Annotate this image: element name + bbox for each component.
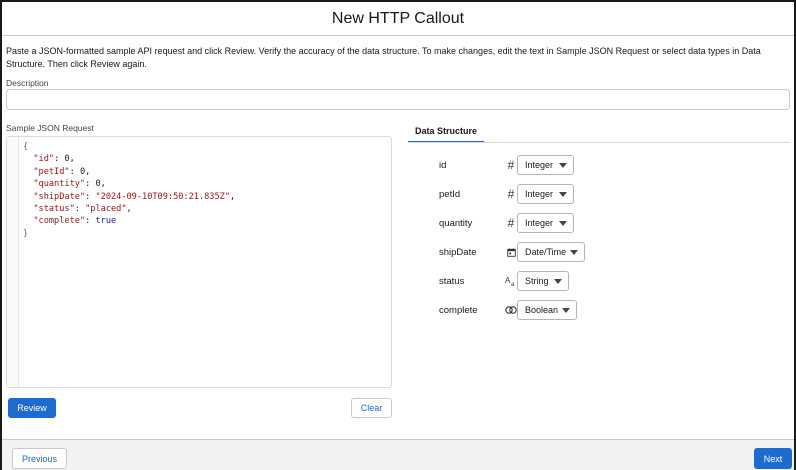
- type-select-value: Date/Time: [525, 247, 567, 257]
- type-select-value: String: [525, 276, 549, 286]
- json-line: "id": 0,: [23, 153, 235, 165]
- type-select-status[interactable]: String: [517, 271, 569, 291]
- type-select-petId[interactable]: Integer: [517, 184, 574, 204]
- json-colon: :: [85, 191, 96, 202]
- json-key: "petId": [33, 166, 70, 177]
- field-name: petId: [439, 189, 461, 200]
- json-colon: :: [69, 166, 80, 177]
- caret-down-icon: [570, 250, 578, 255]
- field-row-shipDate: shipDate Date/Time: [439, 242, 639, 264]
- previous-button[interactable]: Previous: [12, 448, 67, 469]
- sample-json-label: Sample JSON Request: [6, 123, 94, 133]
- json-open-brace: {: [23, 142, 29, 152]
- json-comma: ,: [126, 204, 132, 215]
- json-line: "quantity": 0,: [23, 178, 235, 190]
- next-button[interactable]: Next: [754, 448, 792, 469]
- instructions-text: Paste a JSON-formatted sample API reques…: [6, 46, 761, 69]
- json-colon: :: [74, 204, 86, 215]
- callout-modal: New HTTP Callout Paste a JSON-formatted …: [0, 0, 796, 470]
- number-icon: #: [507, 216, 515, 230]
- boolean-icon: [505, 303, 517, 317]
- json-value: true: [95, 216, 117, 227]
- review-button[interactable]: Review: [8, 398, 56, 418]
- json-key: "id": [33, 154, 55, 165]
- json-close-brace: }: [23, 228, 29, 239]
- svg-text:a: a: [511, 282, 515, 287]
- type-select-value: Integer: [525, 160, 554, 170]
- field-name: id: [439, 160, 447, 171]
- json-colon: :: [85, 216, 96, 227]
- json-comma: ,: [85, 166, 91, 177]
- description-input[interactable]: [6, 89, 790, 110]
- field-name: status: [439, 276, 465, 287]
- modal-title: New HTTP Callout: [331, 9, 465, 27]
- json-key: "quantity": [33, 179, 86, 190]
- editor-gutter: [7, 137, 19, 387]
- json-colon: :: [54, 154, 65, 165]
- number-icon: #: [507, 158, 515, 172]
- caret-down-icon: [559, 163, 567, 168]
- json-line: "petId": 0,: [23, 166, 235, 178]
- modal-footer: [2, 439, 794, 470]
- field-name: quantity: [439, 218, 473, 229]
- json-key: "shipDate": [33, 191, 86, 202]
- json-comma: ,: [69, 154, 75, 165]
- json-code[interactable]: { "id": 0, "petId": 0, "quantity": 0, "s…: [23, 141, 235, 240]
- calendar-icon: [505, 245, 517, 259]
- type-select-id[interactable]: Integer: [517, 155, 574, 175]
- json-value: "2024-09-10T09:50:21.835Z": [95, 191, 230, 202]
- field-name: shipDate: [439, 247, 477, 258]
- json-line: "status": "placed",: [23, 203, 235, 215]
- json-key: "complete": [33, 216, 86, 227]
- caret-down-icon: [559, 221, 567, 226]
- json-key: "status": [33, 204, 75, 215]
- type-select-quantity[interactable]: Integer: [517, 213, 574, 233]
- field-name: complete: [439, 305, 478, 316]
- text-icon: Aa: [505, 274, 517, 288]
- description-label: Description: [6, 78, 49, 88]
- json-colon: :: [85, 179, 96, 190]
- json-line: "shipDate": "2024-09-10T09:50:21.835Z",: [23, 191, 235, 203]
- field-row-status: status Aa String: [439, 271, 639, 293]
- number-icon: #: [507, 187, 515, 201]
- json-comma: ,: [230, 191, 236, 202]
- type-select-value: Integer: [525, 218, 554, 228]
- type-select-value: Boolean: [525, 305, 559, 315]
- caret-down-icon: [562, 308, 570, 313]
- type-select-shipDate[interactable]: Date/Time: [517, 242, 585, 262]
- field-row-petId: petId # Integer: [439, 184, 639, 206]
- modal-header: New HTTP Callout: [2, 2, 794, 36]
- field-row-quantity: quantity # Integer: [439, 213, 639, 235]
- json-value: "placed": [85, 204, 127, 215]
- tab-data-structure[interactable]: Data Structure: [415, 126, 477, 136]
- type-select-value: Integer: [525, 189, 554, 199]
- field-row-id: id # Integer: [439, 155, 639, 177]
- sample-json-editor[interactable]: { "id": 0, "petId": 0, "quantity": 0, "s…: [6, 136, 392, 388]
- json-line: "complete": true: [23, 215, 235, 227]
- caret-down-icon: [554, 279, 562, 284]
- tab-divider: [408, 142, 790, 143]
- caret-down-icon: [559, 192, 567, 197]
- type-select-complete[interactable]: Boolean: [517, 300, 577, 320]
- field-row-complete: complete Boolean: [439, 300, 639, 322]
- clear-button[interactable]: Clear: [351, 398, 392, 418]
- json-comma: ,: [100, 179, 106, 190]
